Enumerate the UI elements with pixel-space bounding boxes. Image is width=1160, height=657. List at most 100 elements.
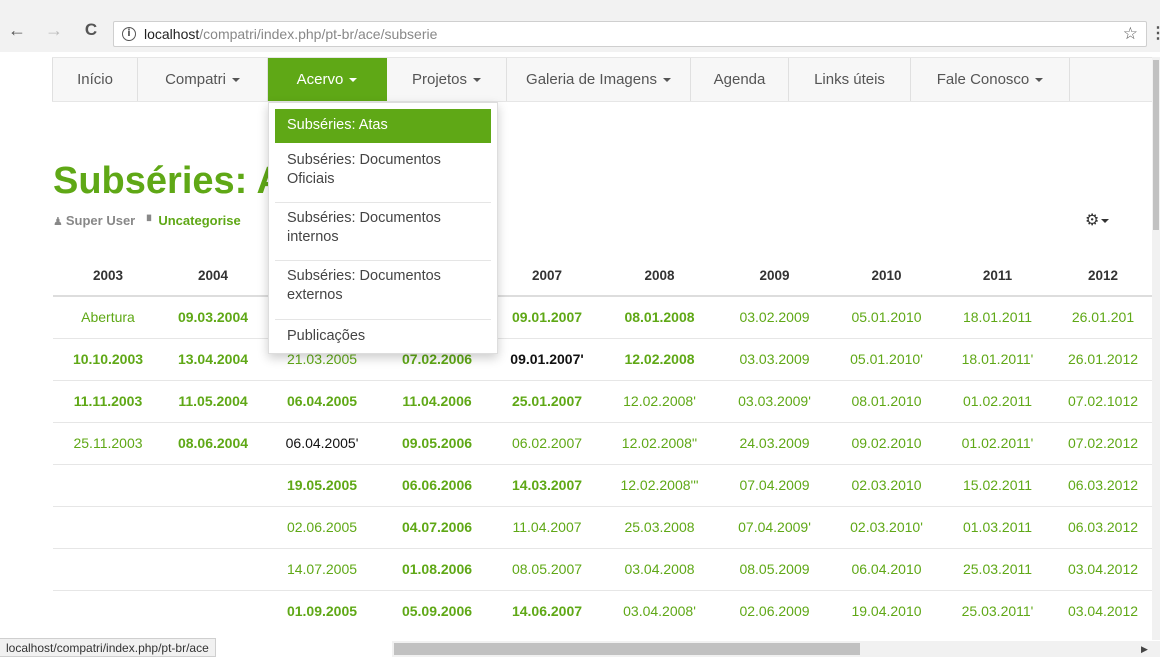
address-bar[interactable]: i localhost/compatri/index.php/pt-br/ace… [113,21,1147,47]
scroll-right-arrow-icon[interactable]: ▶ [1141,641,1148,657]
table-link[interactable]: 06.04.2005 [263,379,381,422]
table-link[interactable]: 03.04.2008' [601,589,718,632]
back-arrow-icon[interactable]: ← [6,19,28,41]
menu-item-label: Subséries: Documentos [287,152,441,168]
info-icon[interactable]: i [122,27,136,41]
table-link[interactable]: 14.03.2007 [493,463,601,506]
table-link[interactable]: Abertura [53,296,163,338]
menu-item-subseries-atas[interactable]: Subséries: Atas [275,109,491,143]
table-link[interactable]: 09.03.2004 [163,296,263,338]
table-link[interactable]: 09.02.2010 [831,421,942,464]
table-link[interactable]: 14.07.2005 [263,547,381,590]
table-link[interactable]: 25.01.2007 [493,379,601,422]
table-link[interactable]: 19.05.2005 [263,463,381,506]
nav-item-projetos[interactable]: Projetos [387,58,507,101]
menu-item-documentos-oficiais[interactable]: Subséries: Documentos Oficiais [275,151,491,199]
table-link[interactable]: 12.02.2008'' [601,421,718,464]
table-link[interactable]: 08.05.2009 [718,547,831,590]
table-link[interactable]: 07.02.1012 [1053,379,1153,422]
table-link[interactable]: 01.02.2011 [942,379,1053,422]
table-link[interactable]: 01.03.2011 [942,505,1053,548]
table-link[interactable]: 07.04.2009' [718,505,831,548]
table-link[interactable]: 11.04.2007 [493,505,601,548]
table-link[interactable]: 06.03.2012 [1053,463,1153,506]
table-link[interactable]: 12.02.2008''' [601,463,718,506]
table-link[interactable]: 02.06.2009 [718,589,831,632]
table-link[interactable]: 08.01.2008 [601,296,718,338]
table-link[interactable]: 11.11.2003 [53,379,163,422]
table-link[interactable]: 24.03.2009 [718,421,831,464]
table-link[interactable]: 09.05.2006 [381,421,493,464]
table-link[interactable]: 10.10.2003 [53,337,163,380]
nav-label: Links úteis [814,71,885,88]
table-link[interactable]: 05.01.2010' [831,337,942,380]
reload-icon[interactable]: C [80,19,102,41]
table-link[interactable]: 09.01.2007' [493,337,601,380]
forward-arrow-icon[interactable]: → [43,19,65,41]
table-link[interactable]: 25.03.2011' [942,589,1053,632]
table-link[interactable]: 01.08.2006 [381,547,493,590]
table-link[interactable]: 01.09.2005 [263,589,381,632]
table-link[interactable]: 25.11.2003 [53,421,163,464]
table-link[interactable]: 18.01.2011' [942,337,1053,380]
table-link[interactable]: 11.04.2006 [381,379,493,422]
menu-item-label: Publicações [287,328,366,344]
table-link[interactable]: 03.04.2012 [1053,547,1153,590]
table-link[interactable]: 03.03.2009' [718,379,831,422]
nav-item-compatri[interactable]: Compatri [138,58,268,101]
table-link[interactable]: 25.03.2011 [942,547,1053,590]
table-link[interactable]: 26.01.201 [1053,296,1153,338]
table-link[interactable]: 06.03.2012 [1053,505,1153,548]
table-link[interactable]: 03.02.2009 [718,296,831,338]
table-link[interactable]: 03.04.2008 [601,547,718,590]
table-row: 02.06.2005 04.07.2006 11.04.2007 25.03.2… [53,505,1153,548]
table-link[interactable]: 15.02.2011 [942,463,1053,506]
table-link[interactable]: 25.03.2008 [601,505,718,548]
browser-menu-icon[interactable]: ⋮ [1150,23,1160,43]
table-link[interactable]: 19.04.2010 [831,589,942,632]
column-header: 2011 [942,256,1053,297]
table-link[interactable]: 01.02.2011' [942,421,1053,464]
table-link[interactable]: 07.04.2009 [718,463,831,506]
menu-item-documentos-internos[interactable]: Subséries: Documentos internos [275,209,491,257]
table-link[interactable]: 09.01.2007 [493,296,601,338]
table-link[interactable]: 02.06.2005 [263,505,381,548]
table-link[interactable]: 03.03.2009 [718,337,831,380]
table-link[interactable]: 06.02.2007 [493,421,601,464]
table-link[interactable]: 03.04.2012 [1053,589,1153,632]
table-link[interactable]: 14.06.2007 [493,589,601,632]
nav-item-links-uteis[interactable]: Links úteis [789,58,911,101]
url-text[interactable]: localhost/compatri/index.php/pt-br/ace/s… [144,26,437,42]
table-link[interactable]: 13.04.2004 [163,337,263,380]
table-link[interactable]: 18.01.2011 [942,296,1053,338]
table-link[interactable]: 12.02.2008' [601,379,718,422]
nav-item-inicio[interactable]: Início [52,58,138,101]
table-link[interactable]: 11.05.2004 [163,379,263,422]
table-link[interactable]: 08.06.2004 [163,421,263,464]
nav-item-galeria[interactable]: Galeria de Imagens [507,58,691,101]
table-link[interactable]: 02.03.2010' [831,505,942,548]
article-tools-button[interactable]: ⚙ [1085,210,1110,229]
table-link[interactable]: 08.05.2007 [493,547,601,590]
nav-item-acervo[interactable]: Acervo [268,58,387,101]
table-link[interactable]: 05.01.2010 [831,296,942,338]
menu-item-publicacoes[interactable]: Publicações [275,327,491,349]
bookmark-star-icon[interactable]: ☆ [1123,24,1138,44]
table-link[interactable]: 06.06.2006 [381,463,493,506]
table-link[interactable]: 06.04.2005' [263,421,381,464]
table-link[interactable]: 07.02.2012 [1053,421,1153,464]
table-link[interactable]: 04.07.2006 [381,505,493,548]
vertical-scrollbar-thumb[interactable] [1153,60,1159,230]
menu-item-documentos-externos[interactable]: Subséries: Documentos externos [275,267,491,315]
table-link[interactable]: 05.09.2006 [381,589,493,632]
table-link[interactable]: 12.02.2008 [601,337,718,380]
category-link[interactable]: ▘ Uncategorise [147,213,241,228]
horizontal-scrollbar-thumb[interactable] [394,643,860,655]
table-link[interactable]: 06.04.2010 [831,547,942,590]
table-link[interactable]: 08.01.2010 [831,379,942,422]
table-link[interactable]: 26.01.2012 [1053,337,1153,380]
column-header: 2004 [163,256,263,297]
nav-item-fale-conosco[interactable]: Fale Conosco [911,58,1070,101]
nav-item-agenda[interactable]: Agenda [691,58,789,101]
table-link[interactable]: 02.03.2010 [831,463,942,506]
